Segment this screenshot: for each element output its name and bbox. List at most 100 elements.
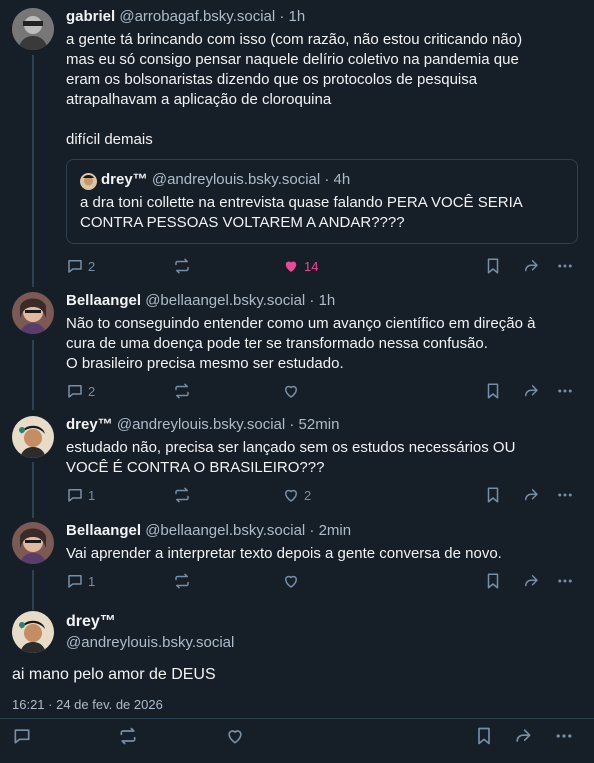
post-actions: 2 14: [66, 256, 586, 276]
like-button[interactable]: [282, 571, 304, 591]
like-icon: [282, 257, 300, 275]
post-header: gabriel @arrobagaf.bsky.social · 1h: [66, 8, 305, 25]
like-icon: [282, 382, 300, 400]
post-actions: [12, 726, 582, 748]
like-button[interactable]: [225, 726, 245, 746]
post-actions: 1: [66, 571, 586, 591]
share-button[interactable]: [522, 485, 540, 505]
bookmark-icon: [484, 382, 502, 400]
repost-button[interactable]: [173, 485, 191, 505]
bookmark-icon: [484, 257, 502, 275]
more-button[interactable]: [556, 381, 574, 401]
post-text: a gente tá brincando com isso (com razão…: [66, 31, 523, 148]
repost-icon: [173, 486, 191, 504]
divider: [0, 718, 594, 719]
share-button[interactable]: [522, 571, 540, 591]
reply-count: 2: [88, 383, 96, 399]
more-icon: [556, 257, 574, 275]
bookmark-icon: [484, 572, 502, 590]
author-name[interactable]: Bellaangel: [66, 522, 141, 539]
like-count: 14: [304, 258, 319, 274]
post-header: Bellaangel @bellaangel.bsky.social · 1h: [66, 292, 335, 309]
reply-button[interactable]: [12, 726, 32, 746]
more-button[interactable]: [554, 726, 574, 746]
share-button[interactable]: [513, 726, 533, 746]
quote-post[interactable]: drey™ @andreylouis.bsky.social · 4h a dr…: [66, 159, 578, 244]
repost-button[interactable]: [173, 381, 191, 401]
like-button[interactable]: 2: [282, 485, 311, 505]
avatar[interactable]: [12, 416, 54, 458]
author-name[interactable]: drey™: [66, 613, 116, 631]
share-icon: [513, 726, 533, 746]
post-time[interactable]: · 2min: [309, 522, 351, 539]
avatar[interactable]: [12, 522, 54, 564]
post-time[interactable]: · 1h: [279, 8, 305, 25]
author-handle[interactable]: @bellaangel.bsky.social: [145, 292, 305, 309]
bookmark-button[interactable]: [484, 571, 502, 591]
author-handle[interactable]: @arrobagaf.bsky.social: [119, 8, 275, 25]
thread-line: [32, 462, 34, 518]
share-icon: [522, 257, 540, 275]
author-handle[interactable]: @andreylouis.bsky.social: [66, 634, 234, 651]
post-time[interactable]: · 1h: [309, 292, 335, 309]
more-icon: [554, 726, 574, 746]
reply-button[interactable]: 1: [66, 571, 95, 591]
post-text: estudado não, precisa ser lançado sem os…: [66, 439, 516, 476]
author-name[interactable]: drey™: [66, 416, 113, 433]
post-text: Vai aprender a interpretar texto depois …: [66, 545, 502, 562]
quote-time: · 4h: [324, 171, 351, 188]
like-icon: [225, 726, 245, 746]
reply-icon: [66, 382, 84, 400]
repost-icon: [173, 382, 191, 400]
reply-button[interactable]: 2: [66, 381, 95, 401]
quote-author-name: drey™: [101, 171, 148, 188]
share-button[interactable]: [522, 256, 540, 276]
share-icon: [522, 382, 540, 400]
thread-line: [32, 55, 34, 287]
repost-button[interactable]: [118, 726, 138, 746]
more-button[interactable]: [556, 485, 574, 505]
bookmark-button[interactable]: [484, 381, 502, 401]
author-handle[interactable]: @andreylouis.bsky.social: [117, 416, 285, 433]
post-header: drey™ @andreylouis.bsky.social · 52min: [66, 416, 339, 433]
bookmark-icon: [484, 486, 502, 504]
share-icon: [522, 486, 540, 504]
author-name[interactable]: gabriel: [66, 8, 115, 25]
repost-icon: [118, 726, 138, 746]
author-handle[interactable]: @bellaangel.bsky.social: [145, 522, 305, 539]
reply-icon: [12, 726, 32, 746]
repost-icon: [173, 257, 191, 275]
reply-icon: [66, 572, 84, 590]
post-time[interactable]: · 52min: [289, 416, 339, 433]
like-count: 2: [304, 487, 312, 503]
reply-count: 2: [88, 258, 96, 274]
more-button[interactable]: [556, 256, 574, 276]
bookmark-icon: [474, 726, 494, 746]
more-button[interactable]: [556, 571, 574, 591]
post-text: Não to conseguindo entender como um avan…: [66, 315, 536, 372]
bookmark-button[interactable]: [484, 256, 502, 276]
quote-author-handle: @andreylouis.bsky.social: [151, 171, 321, 188]
avatar[interactable]: [12, 8, 54, 50]
avatar[interactable]: [12, 611, 54, 653]
bookmark-button[interactable]: [474, 726, 494, 746]
reply-button[interactable]: 2: [66, 256, 95, 276]
like-button[interactable]: [282, 381, 304, 401]
avatar[interactable]: [12, 292, 54, 334]
repost-button[interactable]: [173, 571, 191, 591]
author-name[interactable]: Bellaangel: [66, 292, 141, 309]
thread-line: [32, 570, 34, 610]
post-text: ai mano pelo amor de DEUS: [12, 666, 216, 683]
post-timestamp[interactable]: 16:21 · 24 de fev. de 2026: [12, 697, 163, 712]
share-button[interactable]: [522, 381, 540, 401]
bookmark-button[interactable]: [484, 485, 502, 505]
like-button[interactable]: 14: [282, 256, 318, 276]
post-actions: 1 2: [66, 485, 586, 505]
reply-button[interactable]: 1: [66, 485, 95, 505]
post-header: Bellaangel @bellaangel.bsky.social · 2mi…: [66, 522, 351, 539]
share-icon: [522, 572, 540, 590]
reply-icon: [66, 257, 84, 275]
like-icon: [282, 572, 300, 590]
repost-button[interactable]: [173, 256, 191, 276]
more-icon: [556, 572, 574, 590]
